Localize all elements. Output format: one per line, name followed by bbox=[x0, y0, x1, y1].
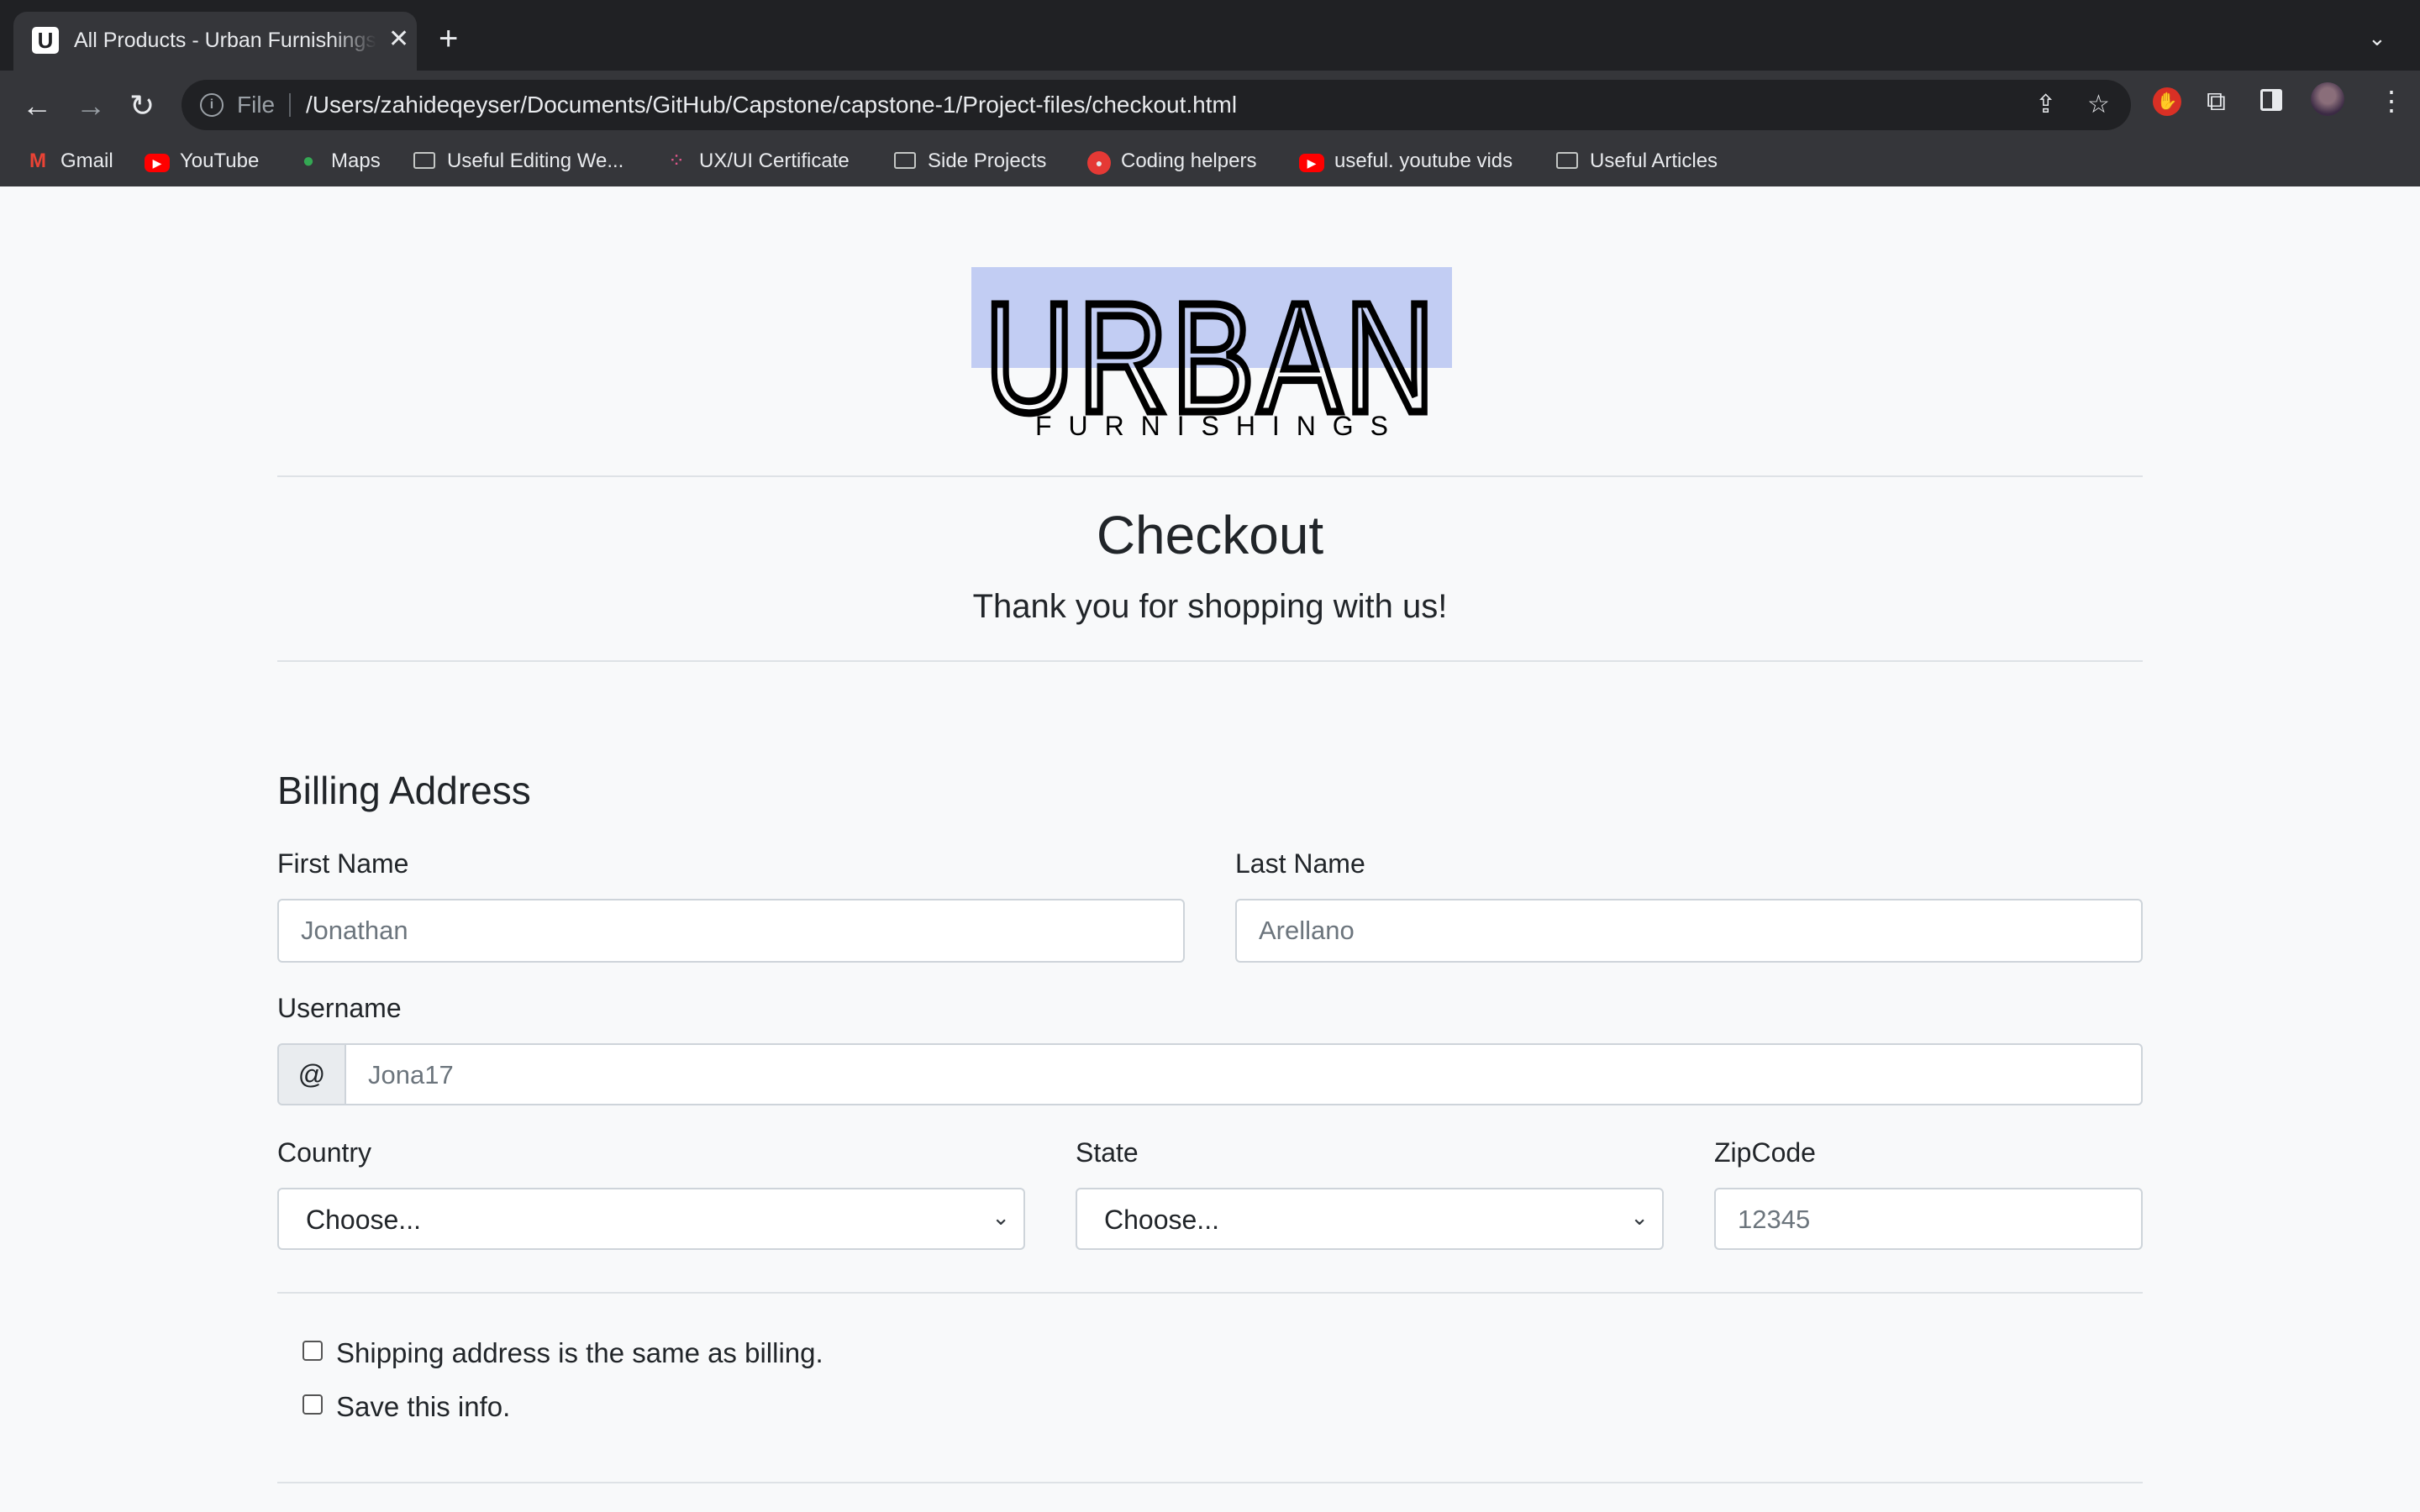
adblock-extension-icon[interactable]: ✋ bbox=[2153, 87, 2181, 116]
bookmark-star-icon[interactable]: ☆ bbox=[2087, 90, 2110, 119]
side-panel-icon[interactable] bbox=[2260, 89, 2282, 111]
more-menu-icon[interactable]: ⋮ bbox=[2378, 84, 2405, 118]
state-selected-value: Choose... bbox=[1104, 1205, 1219, 1235]
bookmark-label: Coding helpers bbox=[1121, 150, 1257, 172]
bookmark-label: Useful Articles bbox=[1590, 150, 1718, 172]
bookmark-label: Maps bbox=[331, 150, 381, 172]
country-label: Country bbox=[277, 1137, 372, 1168]
divider-top bbox=[277, 475, 2143, 477]
bookmark-youtube[interactable]: ▶ YouTube bbox=[145, 144, 259, 178]
back-arrow-icon[interactable]: ← bbox=[22, 89, 52, 123]
first-name-field[interactable]: Jonathan bbox=[277, 899, 1185, 963]
country-selected-value: Choose... bbox=[306, 1205, 421, 1235]
bookmark-maps[interactable]: ● Maps bbox=[296, 144, 381, 178]
dots-icon: ⁘ bbox=[667, 150, 686, 172]
same-address-checkbox[interactable] bbox=[302, 1341, 323, 1361]
new-tab-icon[interactable]: + bbox=[439, 22, 458, 55]
same-address-label[interactable]: Shipping address is the same as billing. bbox=[336, 1337, 823, 1369]
logo-wordmark-icon: URBAN FURNISHINGS bbox=[981, 268, 1438, 444]
info-icon[interactable]: i bbox=[200, 93, 224, 117]
bookmark-coding-helpers[interactable]: ● Coding helpers bbox=[1087, 144, 1256, 178]
share-icon[interactable]: ⇪ bbox=[2035, 90, 2056, 119]
first-name-label: First Name bbox=[277, 848, 409, 879]
youtube-icon: ▶ bbox=[1299, 154, 1324, 172]
state-select[interactable]: Choose... ⌄ bbox=[1076, 1188, 1664, 1250]
url-text[interactable]: /Users/zahideqeyser/Documents/GitHub/Cap… bbox=[306, 92, 1237, 118]
address-bar[interactable]: i File /Users/zahideqeyser/Documents/Git… bbox=[182, 80, 2131, 130]
username-placeholder: Jona17 bbox=[368, 1060, 454, 1089]
bookmark-label: YouTube bbox=[180, 150, 260, 172]
tab-close-icon[interactable]: ✕ bbox=[388, 25, 409, 54]
zipcode-label: ZipCode bbox=[1714, 1137, 1816, 1168]
last-name-placeholder: Arellano bbox=[1259, 916, 1355, 945]
bookmark-uxui-certificate[interactable]: ⁘ UX/UI Certificate bbox=[664, 144, 850, 178]
save-info-checkbox[interactable] bbox=[302, 1394, 323, 1415]
zipcode-field[interactable]: 12345 bbox=[1714, 1188, 2143, 1250]
youtube-icon: ▶ bbox=[145, 154, 170, 172]
page-title: Checkout bbox=[1096, 505, 1324, 565]
tab-title: All Products - Urban Furnishings bbox=[74, 29, 376, 52]
urban-furnishings-logo: URBAN FURNISHINGS bbox=[971, 267, 1452, 444]
reload-icon[interactable]: ↻ bbox=[129, 89, 155, 123]
gmail-icon: M bbox=[29, 150, 46, 172]
forward-arrow-icon[interactable]: → bbox=[76, 89, 106, 123]
state-label: State bbox=[1076, 1137, 1139, 1168]
folder-icon bbox=[894, 151, 916, 169]
active-tab[interactable]: U All Products - Urban Furnishings ✕ bbox=[13, 12, 417, 71]
divider-bottom bbox=[277, 1482, 2143, 1483]
page-subtitle: Thank you for shopping with us! bbox=[972, 588, 1448, 625]
tab-search-chevron-icon[interactable]: ⌄ bbox=[2368, 25, 2386, 51]
file-label: File bbox=[237, 92, 276, 118]
bookmark-label: useful. youtube vids bbox=[1334, 150, 1513, 172]
omnibox-divider bbox=[289, 93, 291, 117]
bookmark-label: Useful Editing We... bbox=[447, 150, 624, 172]
bookmark-side-projects[interactable]: Side Projects bbox=[894, 144, 1046, 178]
bookmark-label: UX/UI Certificate bbox=[699, 150, 850, 172]
divider-header bbox=[277, 660, 2143, 662]
bookmark-label: Gmail bbox=[60, 150, 113, 172]
chevron-down-icon: ⌄ bbox=[1630, 1205, 1649, 1230]
first-name-placeholder: Jonathan bbox=[301, 916, 408, 945]
country-select[interactable]: Choose... ⌄ bbox=[277, 1188, 1025, 1250]
checkout-page: URBAN FURNISHINGS Checkout Thank you for… bbox=[0, 186, 2420, 1512]
bookmarks-bar: M Gmail ▶ YouTube ● Maps Useful Editing We.… bbox=[0, 138, 2420, 186]
chevron-down-icon: ⌄ bbox=[992, 1205, 1010, 1230]
divider-options bbox=[277, 1292, 2143, 1294]
save-info-label[interactable]: Save this info. bbox=[336, 1391, 510, 1423]
bookmark-gmail[interactable]: M Gmail bbox=[25, 144, 113, 178]
zipcode-placeholder: 12345 bbox=[1738, 1205, 1811, 1234]
bookmark-label: Side Projects bbox=[928, 150, 1047, 172]
coding-icon: ● bbox=[1087, 151, 1111, 175]
billing-heading: Billing Address bbox=[277, 769, 531, 812]
username-field[interactable]: Jona17 bbox=[345, 1043, 2143, 1105]
folder-icon bbox=[413, 151, 435, 169]
tab-favicon-icon: U bbox=[32, 27, 59, 54]
bookmark-youtube-vids[interactable]: ▶ useful. youtube vids bbox=[1299, 144, 1512, 178]
folder-icon bbox=[1556, 151, 1578, 169]
bookmark-useful-articles[interactable]: Useful Articles bbox=[1556, 144, 1718, 178]
last-name-label: Last Name bbox=[1235, 848, 1365, 879]
maps-icon: ● bbox=[302, 150, 315, 172]
extensions-puzzle-icon[interactable]: ⧉ bbox=[2207, 84, 2226, 118]
username-label: Username bbox=[277, 993, 402, 1023]
tab-strip: U All Products - Urban Furnishings ✕ + ⌄ bbox=[0, 0, 2420, 71]
last-name-field[interactable]: Arellano bbox=[1235, 899, 2143, 963]
username-at-prefix: @ bbox=[277, 1043, 346, 1105]
profile-avatar[interactable] bbox=[2311, 82, 2344, 116]
bookmark-useful-editing[interactable]: Useful Editing We... bbox=[413, 144, 623, 178]
browser-toolbar: ← → ↻ i File /Users/zahideqeyser/Documen… bbox=[0, 71, 2420, 186]
